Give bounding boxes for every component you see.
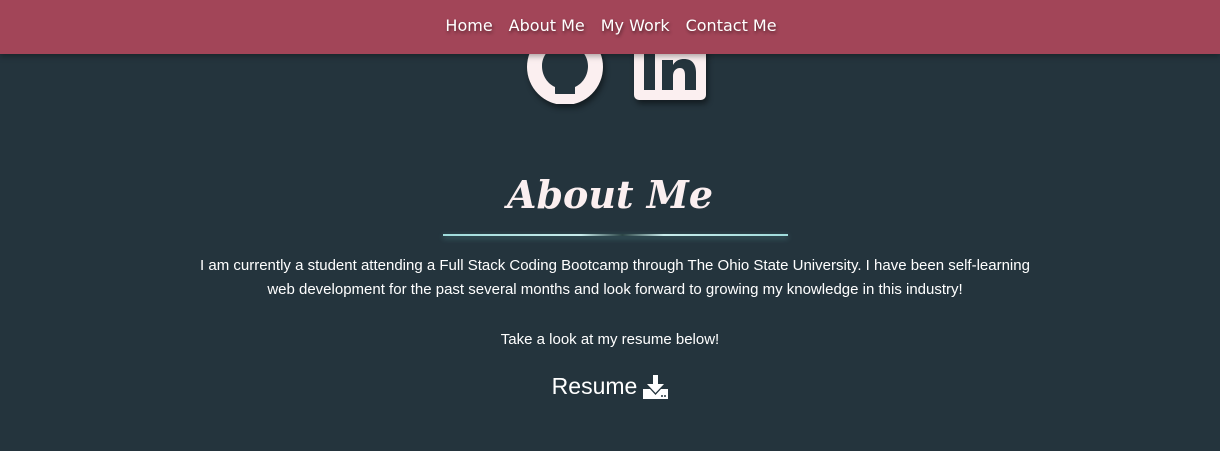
about-paragraph: I am currently a student attending a Ful… <box>200 257 1030 298</box>
about-title: About Me <box>506 172 714 217</box>
resume-download-link[interactable]: Resume <box>0 373 1220 400</box>
resume-label: Resume <box>551 373 638 399</box>
title-divider <box>443 234 788 236</box>
download-icon <box>643 374 669 399</box>
nav-list: Home About Me My Work Contact Me <box>443 16 776 35</box>
nav-link-about-me[interactable]: About Me <box>509 16 585 35</box>
nav-link-home[interactable]: Home <box>445 16 492 35</box>
nav-link-contact-me[interactable]: Contact Me <box>686 16 777 35</box>
navbar: Home About Me My Work Contact Me <box>0 0 1220 54</box>
nav-link-my-work[interactable]: My Work <box>601 16 670 35</box>
resume-prompt: Take a look at my resume below! <box>500 331 720 348</box>
